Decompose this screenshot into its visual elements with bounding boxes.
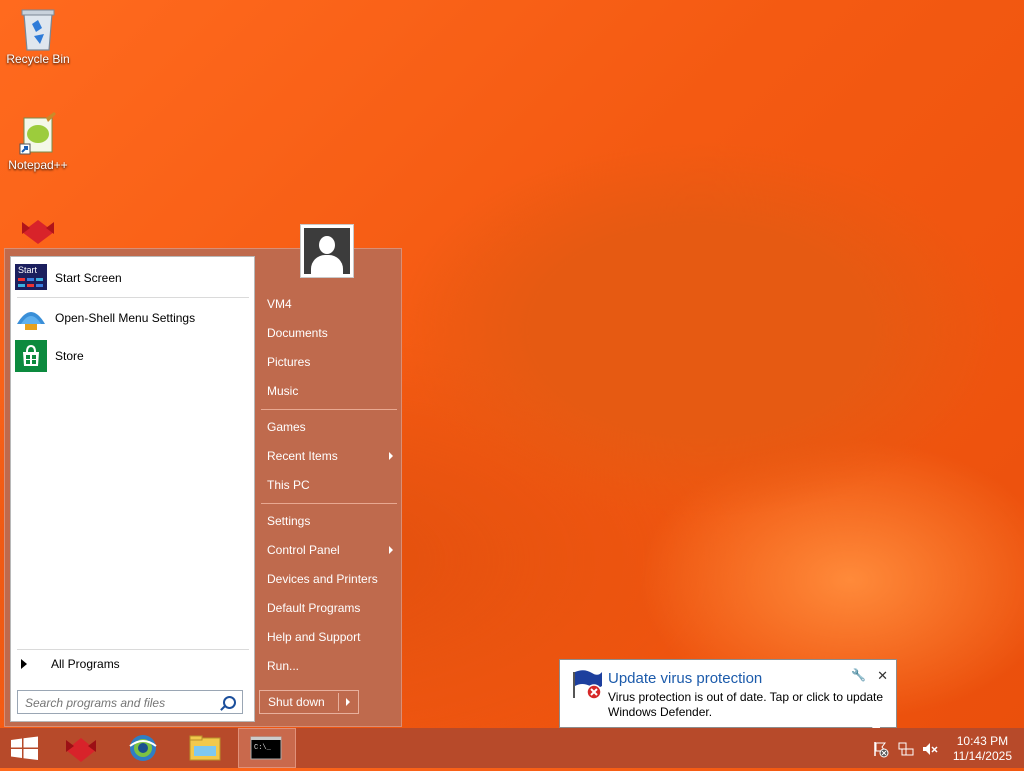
windows-start-icon[interactable]	[0, 728, 58, 768]
user-avatar-icon[interactable]	[300, 224, 354, 278]
desktop-icon-notepad-plus-plus[interactable]: Notepad++	[0, 112, 76, 172]
submenu-arrow-icon	[389, 546, 393, 554]
menu-item-this-pc[interactable]: This PC	[261, 473, 399, 497]
close-icon[interactable]: ✕	[877, 668, 888, 684]
start-menu: Start Start Screen Open-Shell Menu Setti…	[4, 248, 402, 727]
taskbar-clock[interactable]: 10:43 PM 11/14/2025	[953, 734, 1012, 764]
start-screen-icon: Start	[15, 262, 47, 294]
divider	[17, 297, 249, 298]
notification-title: Update virus protection	[608, 670, 763, 687]
desktop-icon-label: Recycle Bin	[6, 52, 70, 66]
recycle-bin-icon	[18, 6, 58, 51]
search-input[interactable]	[23, 692, 217, 714]
notification-balloon[interactable]: Update virus protection Virus protection…	[559, 659, 897, 739]
volume-muted-icon[interactable]	[921, 740, 939, 761]
expand-arrow-icon	[21, 659, 27, 669]
menu-item-run[interactable]: Run...	[261, 654, 399, 678]
start-menu-left-pane: Start Start Screen Open-Shell Menu Setti…	[10, 256, 255, 722]
clock-time: 10:43 PM	[956, 734, 1009, 748]
command-prompt-icon[interactable]: C:\_	[238, 728, 296, 768]
svg-text:Start: Start	[18, 265, 38, 275]
app-red-icon[interactable]	[52, 728, 110, 768]
svg-text:C:\_: C:\_	[254, 744, 272, 752]
divider	[261, 503, 397, 504]
action-center-flag-icon[interactable]	[872, 740, 890, 761]
all-programs-button[interactable]: All Programs	[21, 654, 246, 674]
network-icon[interactable]	[897, 740, 915, 761]
pinned-store[interactable]: Store	[15, 339, 247, 373]
file-explorer-icon[interactable]	[176, 728, 234, 768]
pinned-label: Store	[55, 349, 84, 363]
shutdown-label: Shut down	[268, 695, 325, 709]
menu-item-devices-printers[interactable]: Devices and Printers	[261, 567, 399, 591]
notification-message: Virus protection is out of date. Tap or …	[608, 690, 884, 719]
divider	[17, 649, 249, 650]
browser-icon[interactable]	[114, 728, 172, 768]
menu-item-music[interactable]: Music	[261, 379, 399, 403]
menu-item-help-support[interactable]: Help and Support	[261, 625, 399, 649]
store-icon	[15, 340, 47, 372]
menu-item-default-programs[interactable]: Default Programs	[261, 596, 399, 620]
clock-date: 11/14/2025	[952, 749, 1012, 763]
pinned-open-shell-settings[interactable]: Open-Shell Menu Settings	[15, 301, 247, 335]
menu-item-games[interactable]: Games	[261, 415, 399, 439]
desktop-icon-recycle-bin[interactable]: Recycle Bin	[0, 6, 76, 66]
defender-warning-icon	[570, 668, 604, 705]
menu-item-documents[interactable]: Documents	[261, 321, 399, 345]
all-programs-label: All Programs	[51, 657, 120, 671]
wrench-icon[interactable]: 🔧	[851, 668, 866, 682]
pinned-start-screen[interactable]: Start Start Screen	[15, 261, 247, 295]
menu-item-recent-items[interactable]: Recent Items	[261, 444, 399, 468]
menu-item-control-panel[interactable]: Control Panel	[261, 538, 399, 562]
menu-item-vm4[interactable]: VM4	[261, 292, 399, 316]
shutdown-options-arrow-icon[interactable]	[346, 698, 350, 706]
search-icon[interactable]	[223, 696, 236, 709]
submenu-arrow-icon	[389, 452, 393, 460]
desktop-icon-label: Notepad++	[8, 158, 68, 172]
notepad-plus-plus-icon	[18, 112, 58, 156]
search-box[interactable]	[17, 690, 243, 714]
taskbar: C:\_ 10:43 PM 11/14/2025	[0, 728, 1024, 768]
menu-item-pictures[interactable]: Pictures	[261, 350, 399, 374]
open-shell-icon	[15, 302, 47, 334]
shutdown-button[interactable]: Shut down	[259, 690, 359, 714]
menu-item-settings[interactable]: Settings	[261, 509, 399, 533]
divider	[261, 409, 397, 410]
pinned-label: Open-Shell Menu Settings	[55, 311, 196, 325]
divider	[338, 693, 339, 711]
pinned-label: Start Screen	[55, 271, 122, 285]
